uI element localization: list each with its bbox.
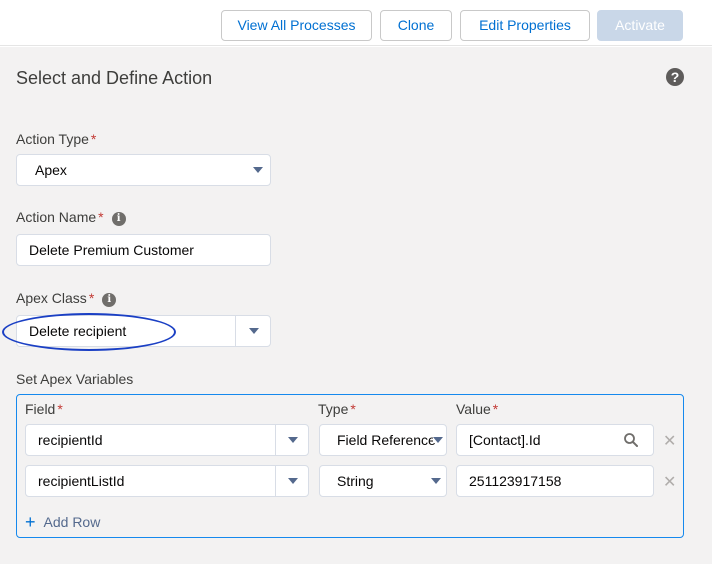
set-apex-variables-label: Set Apex Variables xyxy=(16,371,134,387)
chevron-down-icon xyxy=(431,478,441,484)
info-icon[interactable]: i xyxy=(111,212,126,226)
row-1-close-icon[interactable]: ✕ xyxy=(663,431,676,451)
action-name-label: Action Name * i xyxy=(16,209,126,226)
chevron-down-icon xyxy=(433,437,443,443)
type-column-header: Type * xyxy=(318,401,356,417)
combobox-divider xyxy=(235,316,236,346)
info-icon[interactable]: i xyxy=(102,293,117,307)
chevron-down-icon[interactable] xyxy=(288,437,298,443)
section-title: Select and Define Action xyxy=(16,68,213,88)
row-2-value-input[interactable]: 251123917158 xyxy=(456,465,654,497)
apex-class-label: Apex Class * i xyxy=(16,290,117,307)
activate-button[interactable]: Activate xyxy=(597,10,683,41)
row-1-type-select[interactable]: Field Reference xyxy=(319,424,447,456)
row-2-field-combobox[interactable]: recipientListId xyxy=(25,465,309,497)
field-column-header: Field * xyxy=(25,401,63,417)
row-2-close-icon[interactable]: ✕ xyxy=(663,472,676,492)
row-1-field-combobox[interactable]: recipientId xyxy=(25,424,309,456)
edit-properties-button[interactable]: Edit Properties xyxy=(460,10,590,41)
chevron-down-icon xyxy=(253,167,263,173)
search-icon[interactable] xyxy=(623,432,639,448)
row-2-type-select[interactable]: String xyxy=(319,465,447,497)
action-type-select[interactable]: Apex xyxy=(16,154,271,186)
plus-icon: + xyxy=(25,512,36,532)
chevron-down-icon[interactable] xyxy=(249,328,259,334)
chevron-down-icon[interactable] xyxy=(288,478,298,484)
annotation-ellipse xyxy=(2,313,176,351)
action-name-input[interactable]: Delete Premium Customer xyxy=(16,234,271,266)
clone-button[interactable]: Clone xyxy=(380,10,452,41)
question-circle-icon[interactable]: ? xyxy=(665,67,685,87)
action-type-label: Action Type * xyxy=(16,131,97,147)
toolbar: View All Processes Clone Edit Properties… xyxy=(0,0,712,46)
view-all-processes-button[interactable]: View All Processes xyxy=(221,10,372,41)
row-1-value-input[interactable]: [Contact].Id xyxy=(456,424,654,456)
combobox-divider xyxy=(275,425,276,455)
value-column-header: Value * xyxy=(456,401,499,417)
combobox-divider xyxy=(275,466,276,496)
svg-text:?: ? xyxy=(671,69,680,85)
add-row-button[interactable]: + Add Row xyxy=(25,512,100,533)
